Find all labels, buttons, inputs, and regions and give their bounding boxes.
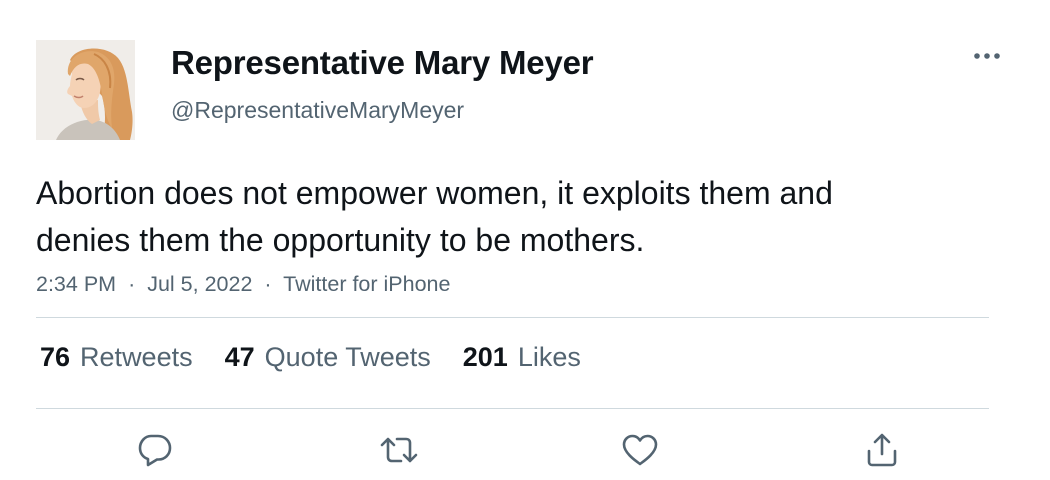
- tweet-source[interactable]: Twitter for iPhone: [283, 272, 450, 296]
- tweet-text-line: Abortion does not empower women, it expl…: [36, 175, 833, 211]
- tweet-stats: 76 Retweets 47 Quote Tweets 201 Likes: [40, 342, 581, 373]
- likes-stat[interactable]: 201 Likes: [463, 342, 581, 373]
- likes-count: 201: [462, 342, 508, 372]
- retweet-icon: [380, 437, 418, 463]
- quote-tweets-stat[interactable]: 47 Quote Tweets: [225, 342, 431, 373]
- avatar[interactable]: [36, 40, 135, 140]
- retweets-count: 76: [40, 342, 71, 372]
- retweet-button[interactable]: [377, 428, 421, 472]
- avatar-photo: [36, 40, 135, 140]
- likes-label: Likes: [517, 342, 581, 372]
- tweet-time[interactable]: 2:34 PM: [36, 272, 116, 296]
- retweets-stat[interactable]: 76 Retweets: [40, 342, 193, 373]
- tweet-date[interactable]: Jul 5, 2022: [147, 272, 252, 296]
- meta-separator: ·: [264, 272, 272, 296]
- tweet-card: Representative Mary Meyer @Representativ…: [0, 0, 1050, 480]
- share-icon: [867, 433, 897, 467]
- tweet-meta: 2:34 PM · Jul 5, 2022 · Twitter for iPho…: [36, 272, 450, 297]
- heart-icon: [622, 434, 658, 466]
- author-display-name[interactable]: Representative Mary Meyer: [171, 44, 594, 82]
- quote-tweets-count: 47: [224, 342, 255, 372]
- like-button[interactable]: [618, 428, 662, 472]
- retweets-label: Retweets: [80, 342, 193, 372]
- reply-button[interactable]: [133, 428, 177, 472]
- quote-tweets-label: Quote Tweets: [264, 342, 431, 372]
- more-horizontal-icon: [974, 53, 1000, 59]
- reply-icon: [138, 434, 172, 467]
- more-options-button[interactable]: [964, 40, 1012, 72]
- tweet-text: Abortion does not empower women, it expl…: [36, 170, 996, 264]
- share-button[interactable]: [860, 428, 904, 472]
- meta-separator: ·: [128, 272, 136, 296]
- tweet-text-line: denies them the opportunity to be mother…: [36, 222, 645, 258]
- author-handle[interactable]: @RepresentativeMaryMeyer: [171, 97, 464, 124]
- divider: [36, 317, 989, 318]
- divider: [36, 408, 989, 409]
